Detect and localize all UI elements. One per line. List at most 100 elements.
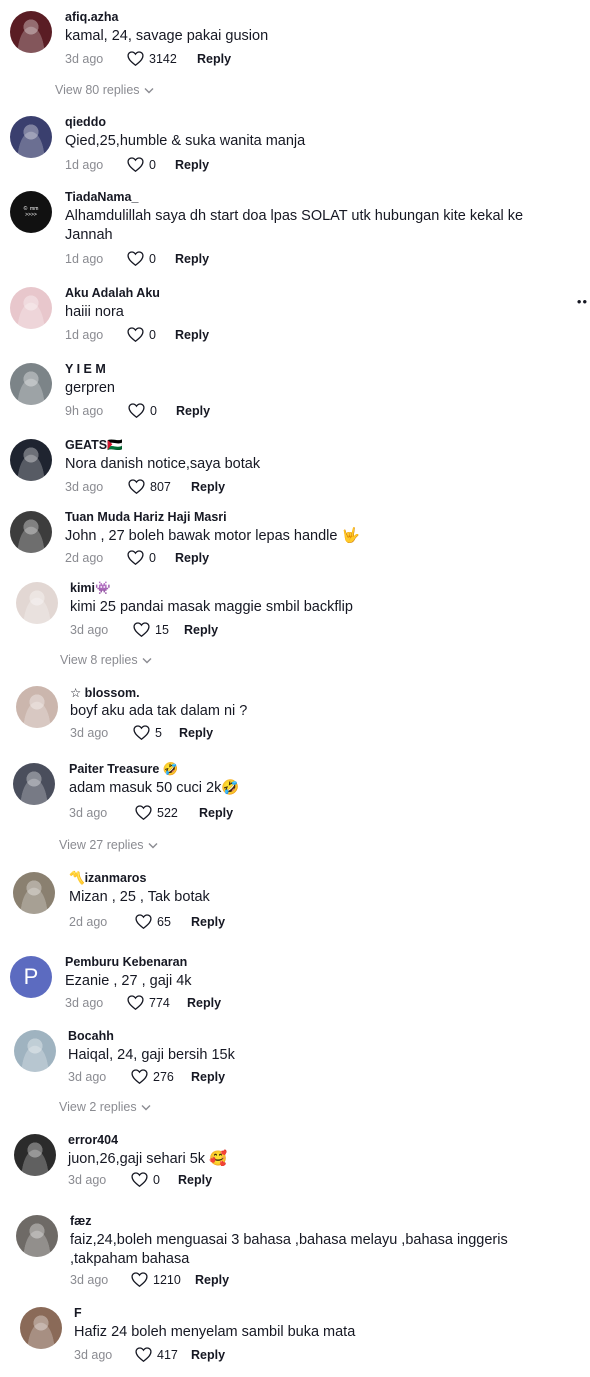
comment-text: John , 27 boleh bawak motor lepas handle…	[65, 528, 360, 544]
avatar[interactable]: P	[10, 956, 52, 998]
username[interactable]: ☆ blossom.	[70, 685, 140, 700]
heart-icon	[127, 251, 144, 266]
heart-icon	[127, 550, 144, 565]
avatar[interactable]	[10, 11, 52, 53]
like-button[interactable]: 5	[133, 725, 162, 740]
reply-button[interactable]: Reply	[175, 551, 209, 565]
like-count: 807	[150, 479, 171, 494]
comment-timestamp: 3d ago	[68, 1070, 107, 1084]
avatar[interactable]	[16, 1215, 58, 1257]
like-button[interactable]: 774	[127, 995, 170, 1010]
avatar[interactable]	[20, 1307, 62, 1349]
comment-text: kimi 25 pandai masak maggie smbil backfl…	[70, 599, 353, 615]
avatar[interactable]	[10, 116, 52, 158]
avatar[interactable]	[10, 439, 52, 481]
comment-text: boyf aku ada tak dalam ni ?	[70, 703, 248, 719]
comment-timestamp: 3d ago	[68, 1173, 107, 1187]
like-count: 0	[149, 550, 156, 565]
avatar[interactable]	[13, 763, 55, 805]
like-button[interactable]: 1210	[131, 1272, 181, 1287]
view-replies-button[interactable]: View 2 replies	[59, 1100, 151, 1114]
username[interactable]: fæz	[70, 1214, 92, 1228]
username[interactable]: 〽️izanmaros	[69, 871, 146, 886]
more-options-icon[interactable]: ••	[577, 294, 588, 309]
like-button[interactable]: 0	[131, 1172, 160, 1187]
heart-icon	[131, 1069, 148, 1084]
username[interactable]: Paiter Treasure 🤣	[69, 762, 178, 777]
reply-button[interactable]: Reply	[178, 1173, 212, 1187]
heart-icon	[128, 403, 145, 418]
like-count: 522	[157, 805, 178, 820]
username[interactable]: Aku Adalah Aku	[65, 286, 160, 300]
like-button[interactable]: 0	[127, 251, 156, 266]
avatar[interactable]	[10, 511, 52, 553]
reply-button[interactable]: Reply	[195, 1273, 229, 1287]
reply-button[interactable]: Reply	[191, 1070, 225, 1084]
reply-button[interactable]: Reply	[197, 52, 231, 66]
like-button[interactable]: 15	[133, 622, 169, 637]
reply-button[interactable]: Reply	[191, 1348, 225, 1362]
reply-button[interactable]: Reply	[176, 404, 210, 418]
comment-timestamp: 2d ago	[65, 551, 104, 565]
reply-button[interactable]: Reply	[175, 328, 209, 342]
like-count: 65	[157, 914, 171, 929]
reply-button[interactable]: Reply	[179, 726, 213, 740]
comment-text: juon,26,gaji sehari 5k 🥰	[68, 1151, 228, 1167]
username[interactable]: Tuan Muda Hariz Haji Masri	[65, 510, 227, 524]
like-button[interactable]: 0	[127, 550, 156, 565]
avatar[interactable]	[10, 287, 52, 329]
view-replies-button[interactable]: View 27 replies	[59, 838, 158, 852]
heart-icon	[131, 1272, 148, 1287]
like-button[interactable]: 276	[131, 1069, 174, 1084]
like-button[interactable]: 0	[127, 157, 156, 172]
like-button[interactable]: 3142	[127, 51, 177, 66]
comment-timestamp: 3d ago	[65, 996, 104, 1010]
username[interactable]: Y I E M	[65, 362, 106, 376]
avatar[interactable]	[14, 1134, 56, 1176]
comment-text: faiz,24,boleh menguasai 3 bahasa ,bahasa…	[70, 1232, 508, 1267]
reply-button[interactable]: Reply	[175, 158, 209, 172]
heart-icon	[131, 1172, 148, 1187]
avatar[interactable]	[13, 872, 55, 914]
like-button[interactable]: 65	[135, 914, 171, 929]
avatar[interactable]	[10, 363, 52, 405]
like-button[interactable]: 0	[128, 403, 157, 418]
username[interactable]: GEATS🇵🇸	[65, 438, 123, 453]
like-count: 15	[155, 622, 169, 637]
view-replies-button[interactable]: View 8 replies	[60, 653, 152, 667]
username[interactable]: kimi👾	[70, 581, 111, 596]
reply-button[interactable]: Reply	[175, 252, 209, 266]
comment-timestamp: 3d ago	[70, 623, 109, 637]
like-count: 0	[149, 251, 156, 266]
avatar[interactable]	[14, 1030, 56, 1072]
heart-icon	[127, 995, 144, 1010]
like-button[interactable]: 417	[135, 1347, 178, 1362]
like-count: 3142	[149, 51, 177, 66]
username[interactable]: afiq.azha	[65, 10, 119, 24]
reply-button[interactable]: Reply	[191, 915, 225, 929]
username[interactable]: error404	[68, 1133, 118, 1147]
reply-button[interactable]: Reply	[199, 806, 233, 820]
comment-text: haiii nora	[65, 304, 124, 320]
avatar[interactable]	[16, 686, 58, 728]
comment-timestamp: 3d ago	[74, 1348, 113, 1362]
like-count: 0	[149, 157, 156, 172]
username[interactable]: Bocahh	[68, 1029, 114, 1043]
like-button[interactable]: 807	[128, 479, 171, 494]
like-count: 0	[149, 327, 156, 342]
like-button[interactable]: 522	[135, 805, 178, 820]
view-replies-label: View 8 replies	[60, 653, 138, 667]
username[interactable]: TiadaNama_	[65, 190, 138, 204]
avatar[interactable]	[16, 582, 58, 624]
reply-button[interactable]: Reply	[191, 480, 225, 494]
comment-text: gerpren	[65, 380, 115, 396]
avatar[interactable]: © mm >>>>	[10, 191, 52, 233]
reply-button[interactable]: Reply	[184, 623, 218, 637]
username[interactable]: F	[74, 1306, 82, 1320]
reply-button[interactable]: Reply	[187, 996, 221, 1010]
like-button[interactable]: 0	[127, 327, 156, 342]
username[interactable]: qieddo	[65, 115, 106, 129]
comment-text: Ezanie , 27 , gaji 4k	[65, 973, 192, 989]
view-replies-button[interactable]: View 80 replies	[55, 83, 154, 97]
username[interactable]: Pemburu Kebenaran	[65, 955, 187, 969]
